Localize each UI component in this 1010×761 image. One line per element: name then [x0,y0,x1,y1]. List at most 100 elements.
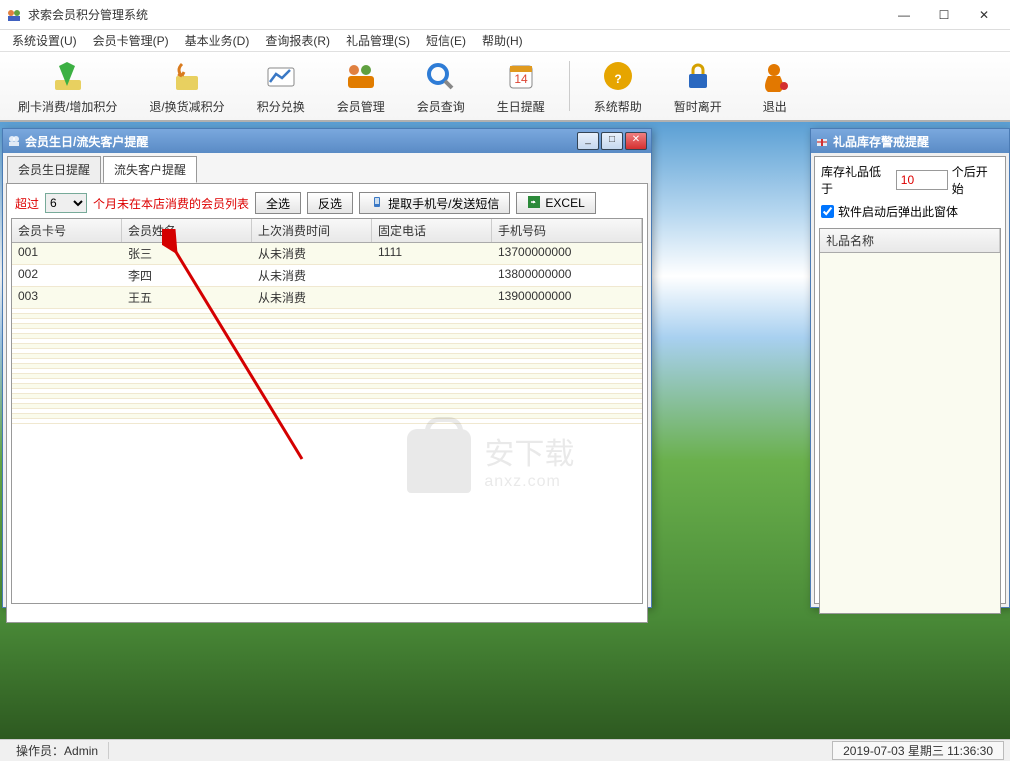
cell [122,399,252,403]
cell [12,334,122,338]
table-row[interactable]: 001张三从未消费111113700000000 [12,243,642,265]
tool-members[interactable]: 会员管理 [329,56,393,117]
tool-help[interactable]: ?系统帮助 [586,56,650,117]
cell [12,399,122,403]
cell [122,414,252,418]
tool-redeem[interactable]: 积分兑换 [249,56,313,117]
cell [372,394,492,398]
dialog-tabs: 会员生日提醒流失客户提醒 [3,153,651,183]
minimize-button[interactable]: — [884,1,924,29]
menu-3[interactable]: 查询报表(R) [257,30,338,51]
cell: 1111 [372,243,492,264]
dialog-maximize-button[interactable]: □ [601,132,623,150]
menu-2[interactable]: 基本业务(D) [177,30,258,51]
lost-customer-dialog: 会员生日/流失客户提醒 _ □ ✕ 会员生日提醒流失客户提醒 超过 6 个月未在… [2,128,652,608]
cell [252,409,372,413]
cell [12,374,122,378]
gift-grid-body[interactable] [820,253,1000,613]
cell: 13700000000 [492,243,642,264]
svg-text:14: 14 [514,72,528,86]
tool-label: 退出 [763,98,787,115]
cell [252,379,372,383]
startup-popup-checkbox[interactable] [821,205,834,218]
tool-search[interactable]: 会员查询 [409,56,473,117]
tool-label: 暂时离开 [674,98,722,115]
table-row[interactable]: 003王五从未消费13900000000 [12,287,642,309]
menu-1[interactable]: 会员卡管理(P) [85,30,177,51]
filter-prefix: 超过 [15,195,39,212]
cell [12,329,122,333]
cell [492,394,642,398]
cell [492,419,642,423]
cell [492,379,642,383]
cell [122,409,252,413]
close-button[interactable]: ✕ [964,1,1004,29]
tool-label: 退/换货减积分 [149,98,224,115]
cell [372,309,492,313]
cell: 002 [12,265,122,286]
cell [372,287,492,308]
select-all-button[interactable]: 全选 [255,192,301,214]
tool-label: 会员管理 [337,98,385,115]
cell [252,369,372,373]
cell [372,354,492,358]
cell [12,309,122,313]
extract-phone-button[interactable]: 提取手机号/发送短信 [359,192,510,214]
column-header[interactable]: 上次消费时间 [252,219,372,242]
invert-select-button[interactable]: 反选 [307,192,353,214]
cell [252,329,372,333]
cell [252,314,372,318]
birthday-icon: 14 [500,58,542,96]
table-row[interactable]: 002李四从未消费13800000000 [12,265,642,287]
cell [12,349,122,353]
cell [492,344,642,348]
cell [372,414,492,418]
phone-icon [370,196,384,210]
column-header[interactable]: 固定电话 [372,219,492,242]
gift-panel-title: 礼品库存警戒提醒 [833,133,1005,150]
threshold-row: 库存礼品低于 个后开始 [819,161,1001,199]
tool-birthday[interactable]: 14生日提醒 [489,56,553,117]
cell: 王五 [122,287,252,308]
menu-6[interactable]: 帮助(H) [474,30,531,51]
months-select[interactable]: 6 [45,193,87,213]
cell [252,344,372,348]
tool-label: 会员查询 [417,98,465,115]
tool-exit[interactable]: 退出 [746,56,804,117]
dialog-close-button[interactable]: ✕ [625,132,647,150]
menu-5[interactable]: 短信(E) [418,30,474,51]
desktop-area: 会员生日/流失客户提醒 _ □ ✕ 会员生日提醒流失客户提醒 超过 6 个月未在… [0,122,1010,739]
grid-body[interactable]: 001张三从未消费111113700000000002李四从未消费1380000… [12,243,642,603]
cell [492,349,642,353]
tool-refund[interactable]: 退/换货减积分 [141,56,232,117]
tab-1[interactable]: 流失客户提醒 [103,156,197,183]
cell [252,324,372,328]
table-row[interactable] [12,419,642,424]
column-header[interactable]: 手机号码 [492,219,642,242]
maximize-button[interactable]: ☐ [924,1,964,29]
cell [12,409,122,413]
refund-icon [166,58,208,96]
threshold-input[interactable] [896,170,948,190]
gift-grid: 礼品名称 [819,228,1001,614]
column-header[interactable]: 会员卡号 [12,219,122,242]
members-icon [340,58,382,96]
tab-0[interactable]: 会员生日提醒 [7,156,101,183]
cell [372,374,492,378]
export-excel-button[interactable]: EXCEL [516,192,595,214]
menu-4[interactable]: 礼品管理(S) [338,30,418,51]
cell [492,359,642,363]
gift-panel-titlebar[interactable]: 礼品库存警戒提醒 [811,129,1009,153]
cell [372,409,492,413]
swipe-icon [47,58,89,96]
column-header[interactable]: 会员姓名 [122,219,252,242]
dialog-minimize-button[interactable]: _ [577,132,599,150]
cell [122,349,252,353]
tool-swipe[interactable]: 刷卡消费/增加积分 [10,56,125,117]
cell [12,364,122,368]
cell [122,394,252,398]
cell [122,379,252,383]
dialog-titlebar[interactable]: 会员生日/流失客户提醒 _ □ ✕ [3,129,651,153]
tool-lock[interactable]: 暂时离开 [666,56,730,117]
menu-0[interactable]: 系统设置(U) [4,30,85,51]
